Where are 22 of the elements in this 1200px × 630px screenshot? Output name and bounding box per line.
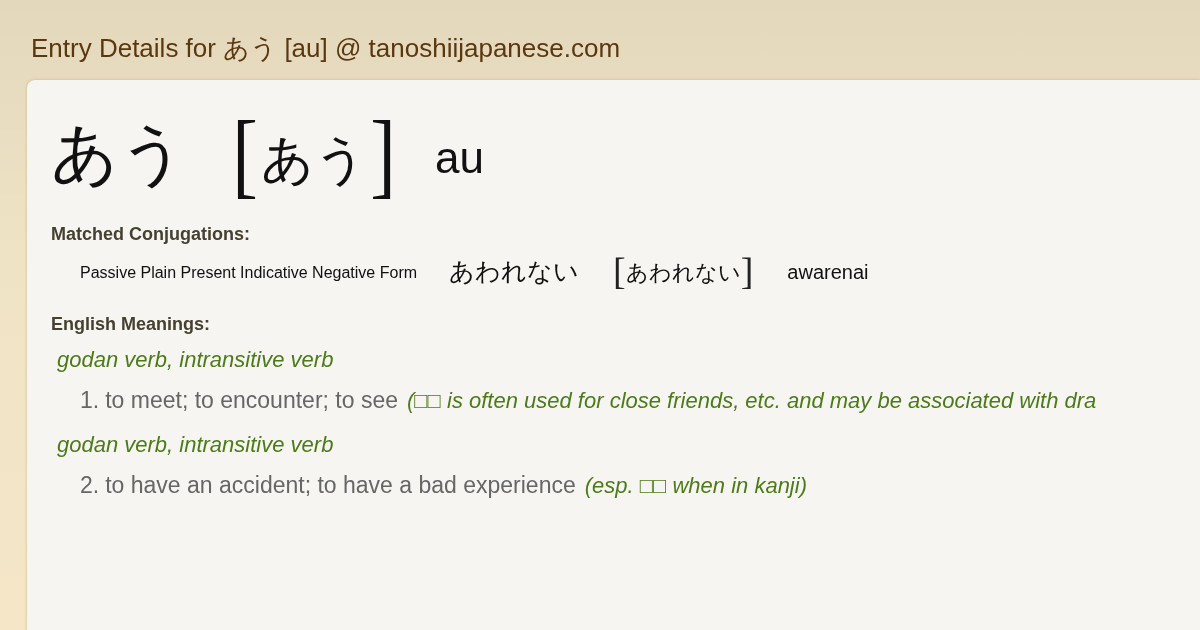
- meaning-number: 2.: [80, 471, 100, 500]
- bracket: [: [232, 106, 258, 202]
- section-heading: English Meanings:: [51, 313, 211, 336]
- bracket: [: [613, 252, 626, 290]
- page-title: Entry Details for あう [au] @ tanoshiijapanese.com: [30, 32, 622, 65]
- part-of-speech: godan verb, intransitive verb: [57, 431, 335, 459]
- meaning-text: to meet; to encounter; to see: [105, 386, 398, 415]
- headword: あう: [51, 116, 187, 192]
- meaning-text: to have an accident; to have a bad experience: [105, 471, 576, 500]
- conjugation-form: Passive Plain Present Indicative Negative Form: [80, 263, 418, 282]
- meaning-number: 1.: [80, 386, 100, 415]
- section-heading: Matched Conjugations:: [51, 223, 251, 246]
- reading: あう: [260, 130, 367, 190]
- bracket: ]: [740, 252, 754, 290]
- bracket: ]: [370, 106, 396, 202]
- usage-note: (□□ is often used for close friends, etc. and may be associated with dra: [407, 387, 1097, 415]
- reading: あわれない: [625, 259, 741, 287]
- conjugated-word: あわれない: [449, 256, 580, 287]
- usage-note: (esp. □□ when in kanji): [584, 472, 807, 500]
- part-of-speech: godan verb, intransitive verb: [57, 346, 335, 374]
- romaji: awarenai: [787, 259, 869, 284]
- romaji: au: [434, 132, 484, 183]
